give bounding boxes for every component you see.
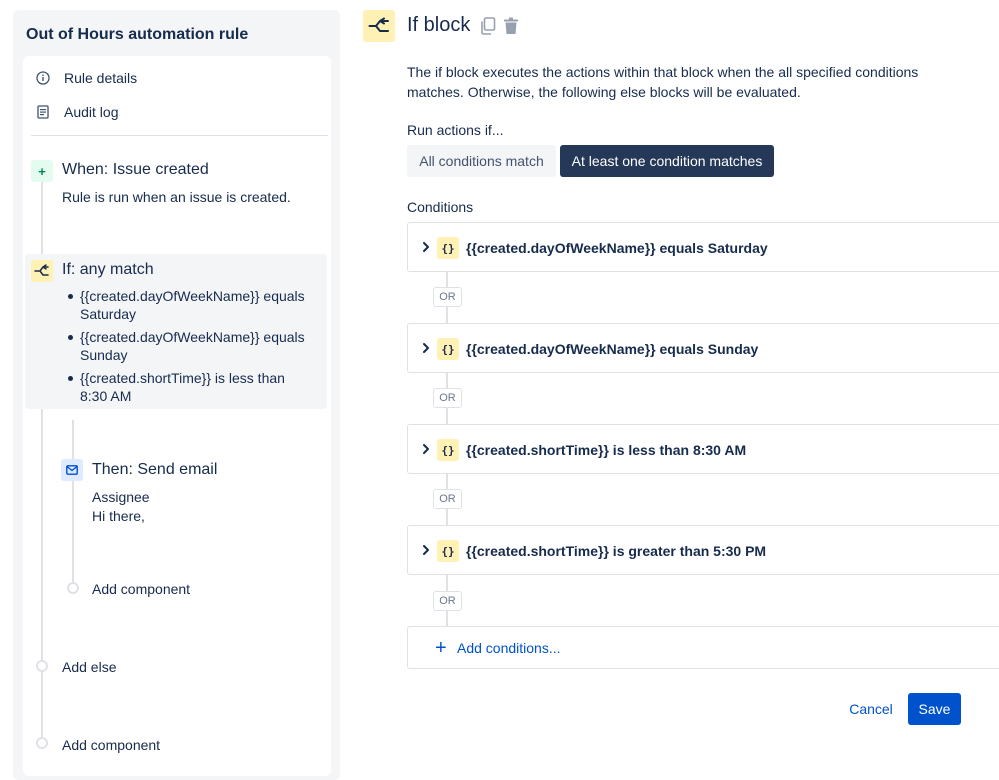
action-title[interactable]: Then: Send email bbox=[92, 461, 217, 479]
smart-value-icon: {} bbox=[437, 540, 459, 562]
condition-card[interactable]: {} {{created.dayOfWeekName}} equals Sund… bbox=[407, 323, 999, 373]
add-conditions-button[interactable]: + Add conditions... bbox=[407, 626, 999, 669]
add-conditions-label: Add conditions... bbox=[457, 640, 561, 656]
rule-title: Out of Hours automation rule bbox=[26, 26, 249, 43]
cancel-button[interactable]: Cancel bbox=[840, 693, 902, 725]
condition-list: {{created.dayOfWeekName}} equals Saturda… bbox=[66, 287, 306, 410]
branch-icon bbox=[31, 260, 53, 282]
conditions-label: Conditions bbox=[407, 199, 474, 215]
page-title: If block bbox=[407, 14, 471, 36]
condition-card[interactable]: {} {{created.dayOfWeekName}} equals Satu… bbox=[407, 222, 999, 272]
toggle-any-condition[interactable]: At least one condition matches bbox=[560, 145, 774, 177]
trigger-description: Rule is run when an issue is created. bbox=[62, 189, 291, 205]
run-actions-label: Run actions if... bbox=[407, 122, 504, 138]
chevron-right-icon[interactable] bbox=[420, 340, 432, 356]
condition-text: {{created.dayOfWeekName}} equals Saturda… bbox=[466, 240, 768, 256]
save-button[interactable]: Save bbox=[908, 693, 961, 725]
add-component-inner-link[interactable]: Add component bbox=[92, 581, 190, 597]
if-block-description: The if block executes the actions within… bbox=[407, 64, 919, 100]
plus-icon: + bbox=[435, 637, 447, 659]
add-component-outer-dot bbox=[36, 737, 48, 749]
mail-icon bbox=[61, 459, 83, 481]
or-badge: OR bbox=[433, 489, 462, 509]
trash-icon[interactable] bbox=[502, 17, 520, 35]
or-badge: OR bbox=[433, 591, 462, 611]
chevron-right-icon[interactable] bbox=[420, 542, 432, 558]
copy-icon[interactable] bbox=[479, 17, 497, 35]
add-component-outer-link[interactable]: Add component bbox=[62, 737, 160, 753]
branch-icon bbox=[363, 10, 395, 42]
smart-value-icon: {} bbox=[437, 237, 459, 259]
condition-text: {{created.shortTime}} is less than 8:30 … bbox=[466, 442, 747, 458]
condition-card[interactable]: {} {{created.shortTime}} is less than 8:… bbox=[407, 424, 999, 474]
plus-icon: + bbox=[31, 160, 53, 182]
smart-value-icon: {} bbox=[437, 338, 459, 360]
chevron-right-icon[interactable] bbox=[420, 239, 432, 255]
add-component-dot bbox=[67, 582, 79, 594]
nav-audit-log[interactable]: Audit log bbox=[35, 100, 118, 124]
chevron-right-icon[interactable] bbox=[420, 441, 432, 457]
condition-list-item: {{created.shortTime}} is less than 8:30 … bbox=[66, 369, 306, 405]
nav-rule-details-label: Rule details bbox=[64, 70, 138, 86]
add-else-dot bbox=[36, 660, 48, 672]
info-icon bbox=[35, 70, 51, 86]
or-badge: OR bbox=[433, 388, 462, 408]
nav-rule-details[interactable]: Rule details bbox=[35, 66, 137, 90]
nav-audit-log-label: Audit log bbox=[64, 104, 119, 120]
document-icon bbox=[35, 104, 51, 120]
branch-flow-rail bbox=[72, 420, 74, 590]
condition-text: {{created.dayOfWeekName}} equals Sunday bbox=[466, 341, 759, 357]
action-recipient: Assignee bbox=[92, 489, 150, 505]
or-badge: OR bbox=[433, 287, 462, 307]
nav-divider bbox=[31, 135, 328, 136]
add-else-link[interactable]: Add else bbox=[62, 659, 116, 675]
smart-value-icon: {} bbox=[437, 439, 459, 461]
action-body-preview: Hi there, bbox=[92, 508, 145, 524]
rule-sidebar: Out of Hours automation rule Rule detail… bbox=[13, 10, 340, 780]
condition-text: {{created.shortTime}} is greater than 5:… bbox=[466, 543, 767, 559]
condition-card[interactable]: {} {{created.shortTime}} is greater than… bbox=[407, 525, 999, 575]
toggle-all-conditions[interactable]: All conditions match bbox=[407, 145, 556, 177]
trigger-title[interactable]: When: Issue created bbox=[62, 161, 209, 179]
condition-list-item: {{created.dayOfWeekName}} equals Sunday bbox=[66, 328, 306, 364]
condition-list-item: {{created.dayOfWeekName}} equals Saturda… bbox=[66, 287, 306, 323]
condition-title[interactable]: If: any match bbox=[62, 261, 154, 279]
